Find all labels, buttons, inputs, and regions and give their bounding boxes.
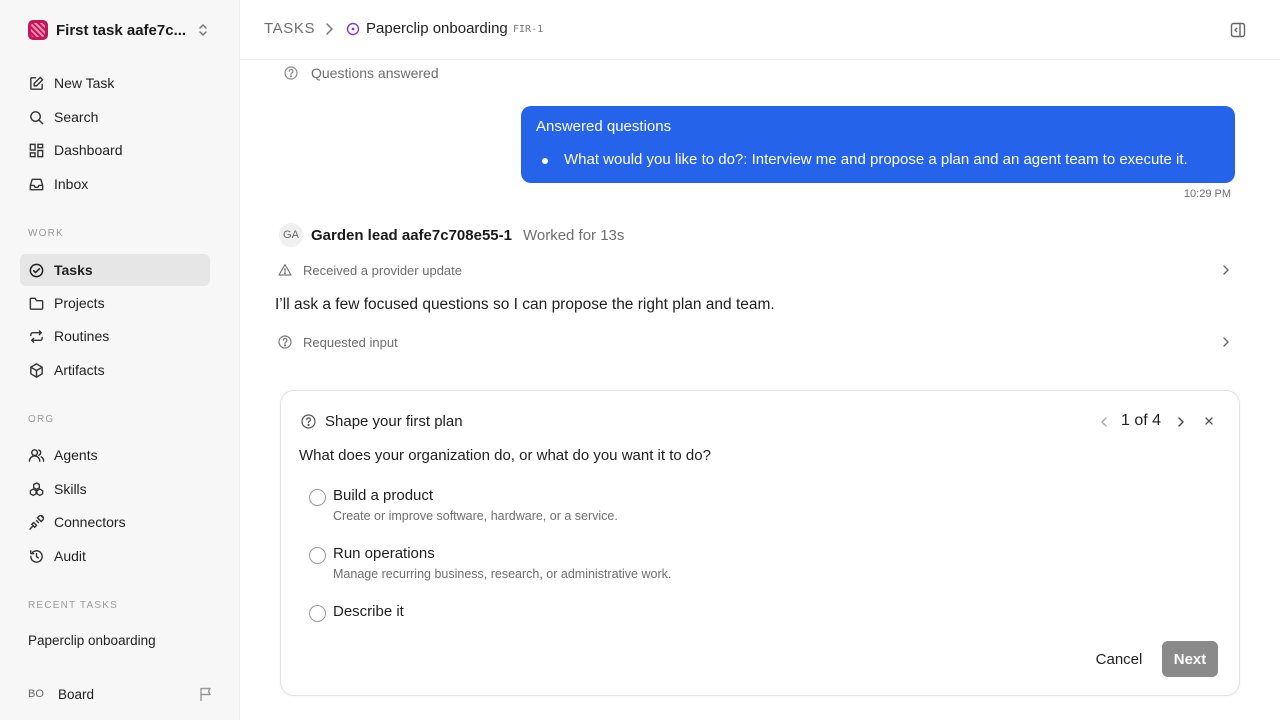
warning-icon — [278, 263, 292, 276]
sidebar-item-label: Routines — [54, 328, 110, 344]
workspace-name: First task aafe7c... — [56, 21, 187, 39]
agent-message: I’ll ask a few focused questions so I ca… — [275, 296, 775, 313]
chevron-right-icon — [1223, 265, 1229, 275]
sidebar-item-skills[interactable]: Skills — [20, 473, 210, 505]
sidebar-item-routines[interactable]: Routines — [20, 320, 210, 352]
workspace-switcher[interactable]: First task aafe7c... — [28, 18, 214, 42]
chevron-right-icon — [326, 23, 333, 35]
sidebar-item-tasks[interactable]: Tasks — [20, 254, 210, 286]
sidebar-item-artifacts[interactable]: Artifacts — [20, 354, 210, 386]
bubble-item-text: What would you like to do?: Interview me… — [564, 151, 1188, 168]
dashboard-icon — [29, 143, 44, 157]
page-title: Paperclip onboarding — [366, 20, 508, 37]
answered-questions-bubble: Answered questions What would you like t… — [521, 106, 1235, 183]
radio-button[interactable] — [309, 547, 326, 564]
plug-icon — [29, 514, 45, 530]
sidebar-item-label: Projects — [54, 295, 105, 311]
task-id: FIR-1 — [513, 24, 544, 35]
radio-button[interactable] — [309, 489, 326, 506]
question-circle-icon — [284, 66, 298, 80]
bullet — [542, 158, 548, 164]
sidebar-item-agents[interactable]: Agents — [20, 439, 210, 471]
card-header: Shape your first plan — [301, 413, 463, 430]
worked-duration: Worked for 13s — [522, 226, 625, 244]
folder-icon — [29, 297, 44, 310]
sidebar-item-label: Search — [54, 109, 99, 125]
sidebar-item-label: Agents — [54, 447, 98, 463]
question-circle-icon — [301, 414, 316, 429]
recent-task-item[interactable]: Paperclip onboarding — [28, 633, 156, 648]
sidebar-item-label: Dashboard — [54, 142, 123, 158]
sidebar-item-label: Skills — [54, 481, 87, 497]
cancel-button[interactable]: Cancel — [1083, 641, 1155, 677]
sidebar-item-label: Artifacts — [54, 362, 105, 378]
board-label: Board — [58, 686, 95, 702]
sidebar-item-label: Connectors — [54, 514, 126, 530]
chevron-left-icon[interactable] — [1099, 415, 1109, 429]
chevron-updown-icon — [199, 24, 207, 36]
question-circle-icon — [278, 335, 292, 349]
edit-icon — [30, 76, 44, 90]
inbox-icon — [29, 178, 44, 190]
history-icon — [30, 549, 43, 563]
top-bar: TASKS Paperclip onboarding FIR-1 — [240, 0, 1280, 60]
repeat-icon — [30, 329, 43, 343]
workspace-logo — [28, 20, 48, 40]
option-label: Describe it — [333, 603, 404, 620]
bubble-title: Answered questions — [536, 118, 672, 135]
provider-update-label: Received a provider update — [303, 262, 462, 278]
cube-icon — [30, 362, 43, 378]
option-description: Create or improve software, hardware, or… — [333, 509, 618, 523]
sidebar-item-search[interactable]: Search — [20, 101, 210, 133]
sidebar-item-label: New Task — [54, 75, 115, 91]
option-label: Run operations — [333, 545, 435, 562]
sidebar-item-connectors[interactable]: Connectors — [20, 506, 210, 538]
section-label-org: ORG — [28, 414, 55, 425]
radio-button[interactable] — [309, 605, 326, 622]
questions-answered-row: Questions answered — [284, 65, 439, 81]
provider-update-row[interactable]: Received a provider update — [278, 260, 1234, 280]
flag-icon[interactable] — [198, 686, 214, 702]
option-description: Manage recurring business, research, or … — [333, 567, 672, 581]
message-timestamp: 10:29 PM — [1183, 188, 1231, 200]
check-circle-icon — [29, 263, 44, 277]
section-label-recent-tasks: RECENT TASKS — [28, 600, 118, 611]
agent-header: GA Garden lead aafe7c708e55-1 Worked for… — [279, 223, 624, 247]
question-card: Shape your first plan 1 of 4 What does y… — [280, 390, 1240, 696]
sidebar-item-audit[interactable]: Audit — [20, 540, 210, 572]
status-circle-icon — [346, 22, 360, 36]
panel-toggle-icon[interactable] — [1230, 22, 1246, 38]
sidebar: First task aafe7c... New Task Search Das… — [0, 0, 240, 720]
avatar: BO — [28, 688, 44, 700]
breadcrumb-root[interactable]: TASKS — [264, 20, 315, 37]
chevron-right-icon — [1223, 337, 1229, 347]
sidebar-item-label: Inbox — [54, 176, 89, 192]
pager-indicator: 1 of 4 — [1121, 412, 1162, 429]
boxes-icon — [29, 481, 44, 496]
sidebar-item-label: Audit — [54, 548, 86, 564]
agent-name[interactable]: Garden lead aafe7c708e55-1 — [311, 227, 512, 244]
card-title: Shape your first plan — [325, 413, 463, 430]
sidebar-item-new-task[interactable]: New Task — [20, 67, 210, 99]
bubble-list-item: What would you like to do?: Interview me… — [536, 151, 1220, 168]
question-text: What does your organization do, or what … — [299, 447, 711, 464]
chevron-right-icon[interactable] — [1176, 415, 1186, 429]
avatar: GA — [279, 223, 303, 247]
close-icon[interactable] — [1204, 416, 1214, 426]
option-label: Build a product — [333, 487, 434, 504]
users-icon — [28, 448, 45, 462]
requested-input-row[interactable]: Requested input — [278, 332, 1234, 352]
board-user[interactable]: BO Board — [28, 683, 214, 705]
questions-answered-label: Questions answered — [311, 65, 439, 81]
requested-input-label: Requested input — [303, 334, 398, 350]
search-icon — [30, 110, 44, 124]
sidebar-item-label: Tasks — [54, 262, 93, 278]
sidebar-item-inbox[interactable]: Inbox — [20, 168, 210, 200]
section-label-work: WORK — [28, 228, 64, 239]
sidebar-item-dashboard[interactable]: Dashboard — [20, 134, 210, 166]
sidebar-item-projects[interactable]: Projects — [20, 287, 210, 319]
next-button[interactable]: Next — [1162, 641, 1218, 677]
